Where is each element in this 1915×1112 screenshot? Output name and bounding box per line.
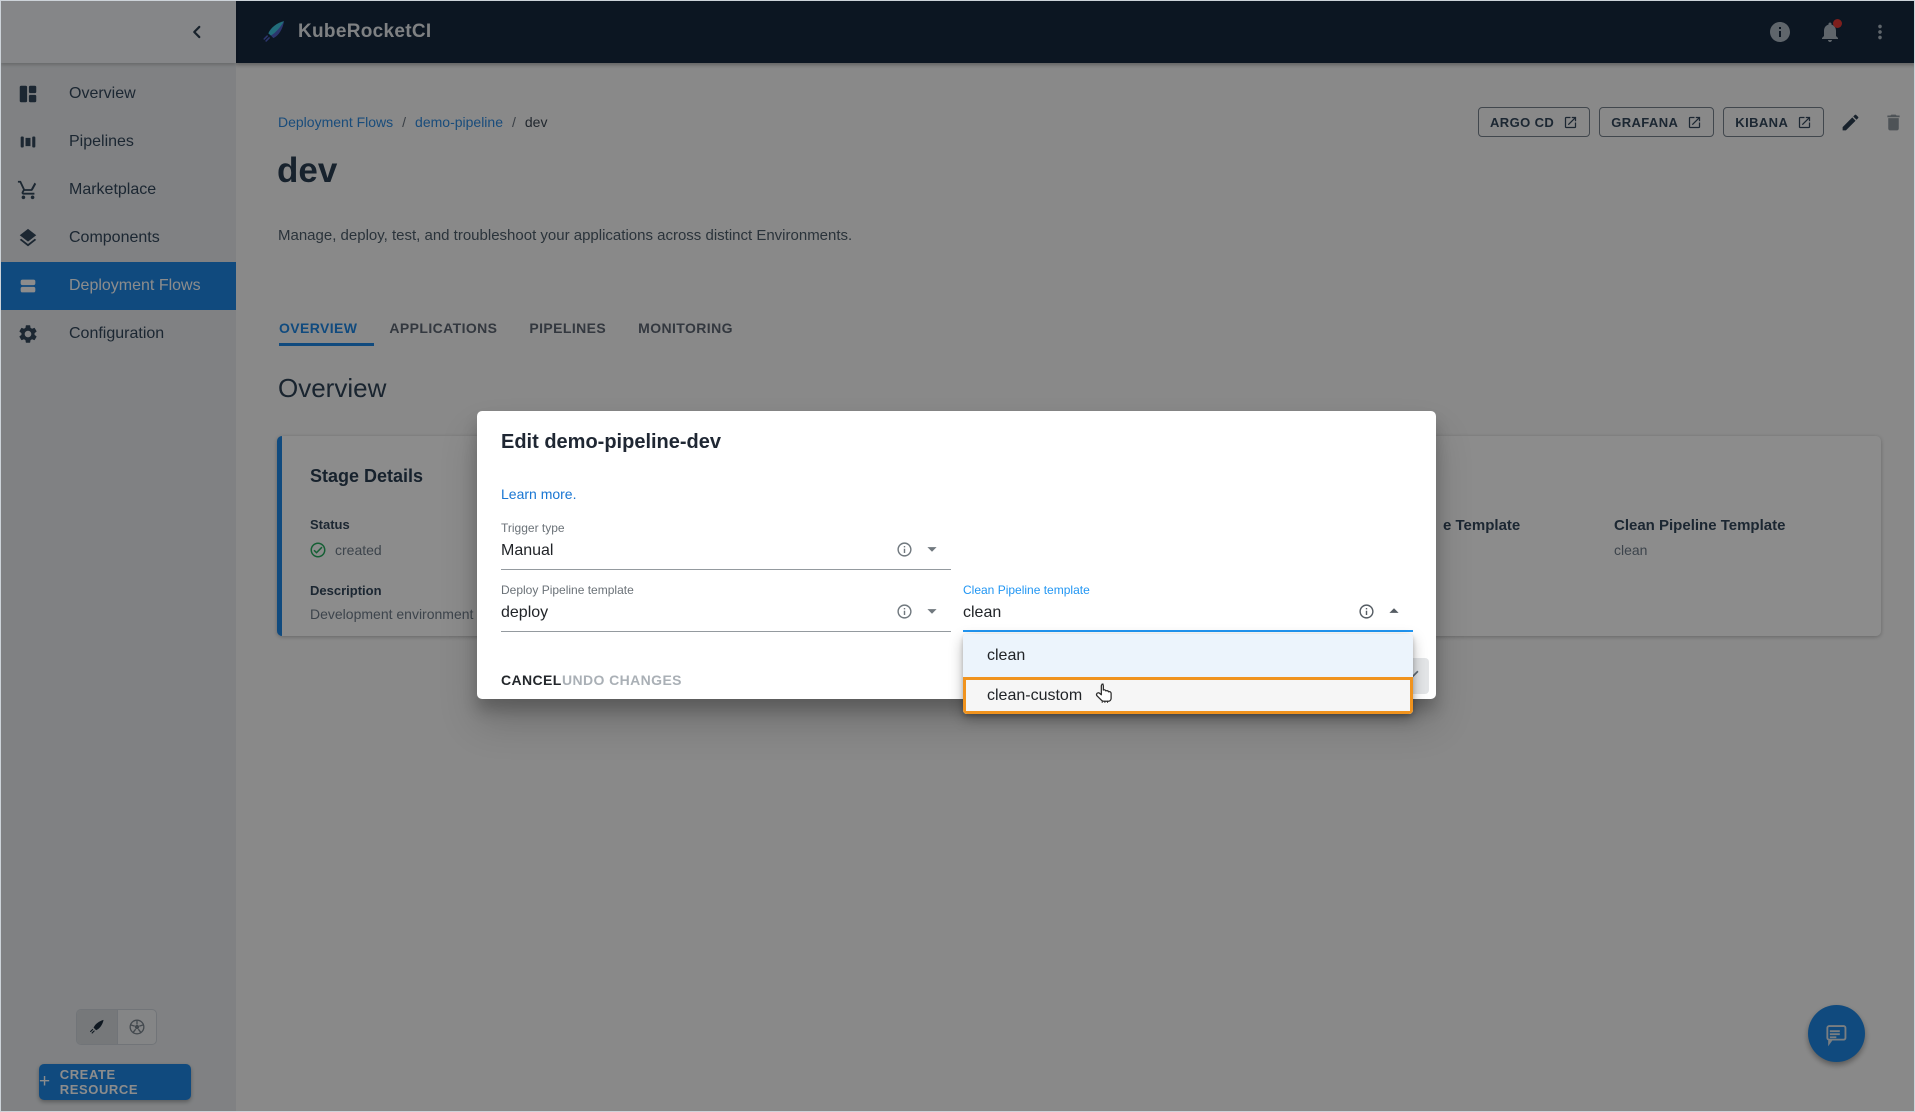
info-outline-icon[interactable]: [896, 541, 913, 558]
clean-template-label: Clean Pipeline template: [963, 583, 1413, 597]
chevron-up-icon[interactable]: [1383, 600, 1405, 622]
dialog-title: Edit demo-pipeline-dev: [501, 431, 721, 454]
chevron-down-icon[interactable]: [921, 600, 943, 622]
trigger-type-label: Trigger type: [501, 521, 951, 535]
app-window: KubeRocketCI Ov: [0, 0, 1915, 1112]
deploy-template-value: deploy: [501, 604, 951, 622]
option-clean-custom[interactable]: clean-custom: [963, 677, 1413, 714]
clean-template-dropdown: clean clean-custom: [963, 634, 1413, 714]
deploy-template-label: Deploy Pipeline template: [501, 583, 951, 597]
trigger-type-value: Manual: [501, 542, 951, 560]
deploy-template-field[interactable]: Deploy Pipeline template deploy: [501, 583, 951, 632]
learn-more-link[interactable]: Learn more.: [501, 486, 576, 502]
chevron-down-icon[interactable]: [921, 538, 943, 560]
info-outline-icon[interactable]: [1358, 603, 1375, 620]
option-clean[interactable]: clean: [963, 634, 1413, 677]
undo-changes-button[interactable]: UNDO CHANGES: [554, 664, 690, 696]
trigger-type-field[interactable]: Trigger type Manual: [501, 521, 951, 570]
info-outline-icon[interactable]: [896, 603, 913, 620]
clean-template-field[interactable]: Clean Pipeline template clean: [963, 583, 1413, 632]
clean-template-value: clean: [963, 604, 1413, 622]
mouse-pointer-cursor: [1093, 682, 1116, 707]
